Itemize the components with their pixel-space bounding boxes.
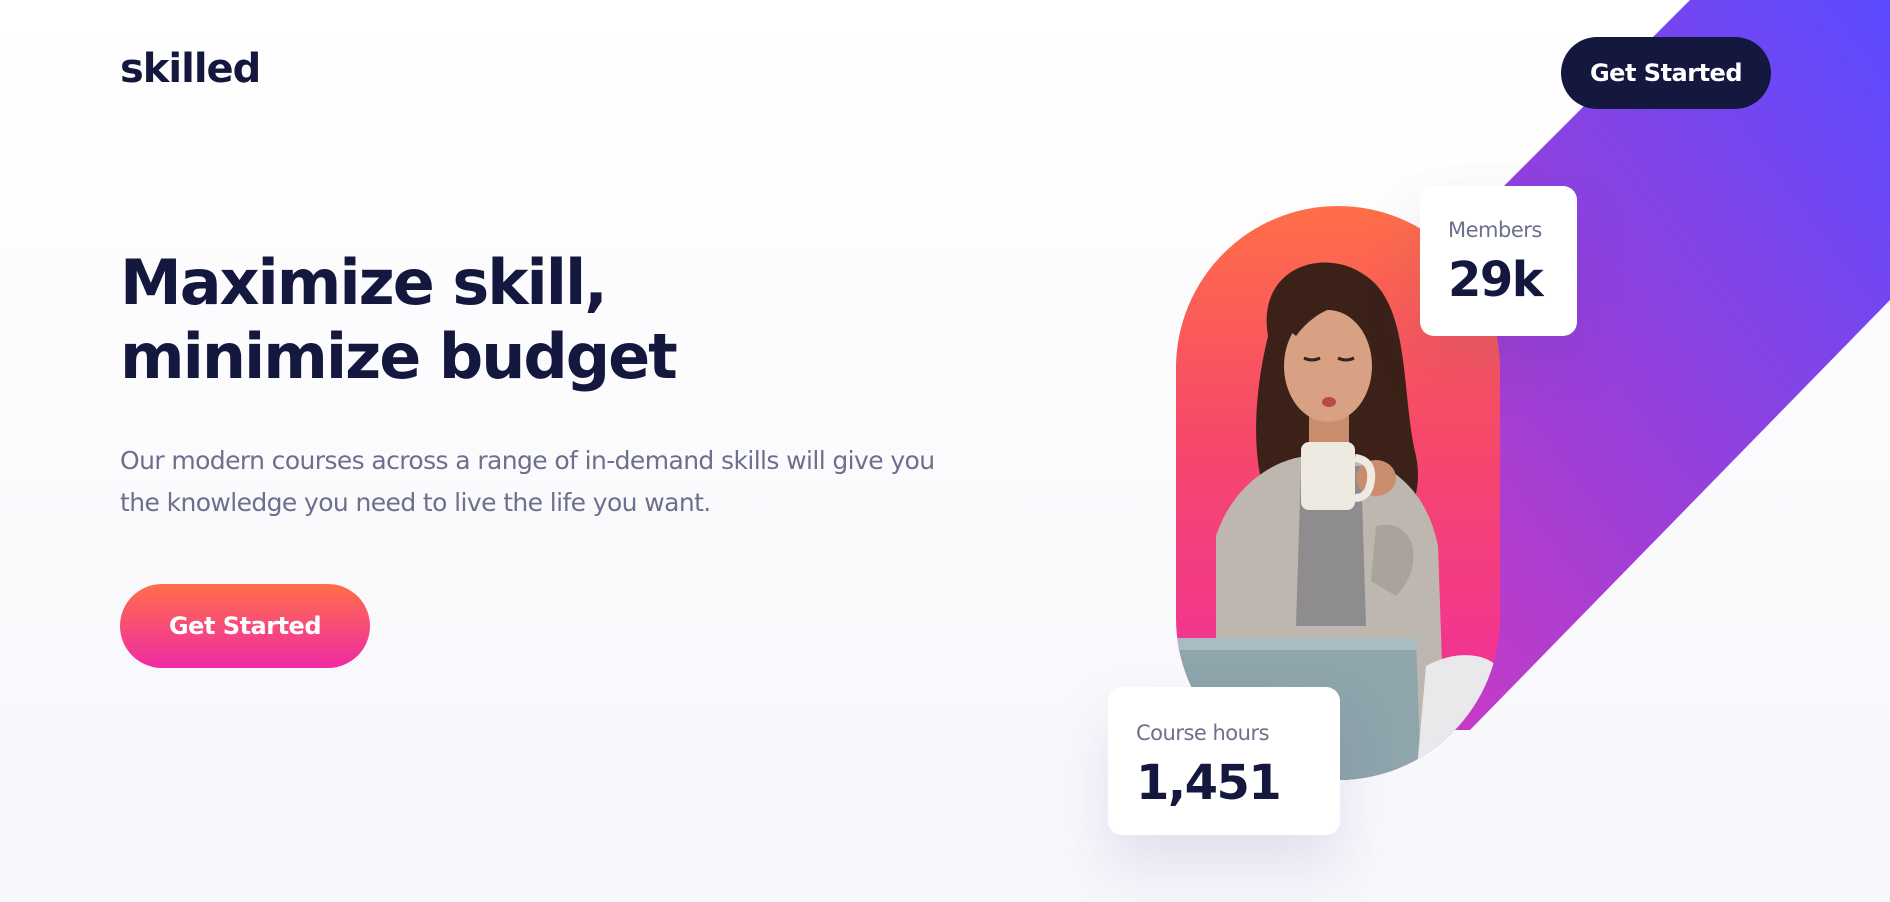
course-hours-stat-card: Course hours 1,451: [1108, 687, 1340, 835]
hero-get-started-button[interactable]: Get Started: [120, 584, 370, 668]
hero-title: Maximize skill, minimize budget: [120, 246, 678, 393]
hero-description: Our modern courses across a range of in-…: [120, 446, 935, 517]
course-hours-value: 1,451: [1136, 755, 1282, 811]
members-stat-card: Members 29k: [1420, 186, 1577, 336]
course-hours-label: Course hours: [1136, 721, 1270, 745]
members-label: Members: [1448, 218, 1542, 242]
header-get-started-button[interactable]: Get Started: [1561, 37, 1771, 109]
logo[interactable]: skilled: [120, 46, 261, 92]
members-value: 29k: [1448, 252, 1544, 308]
